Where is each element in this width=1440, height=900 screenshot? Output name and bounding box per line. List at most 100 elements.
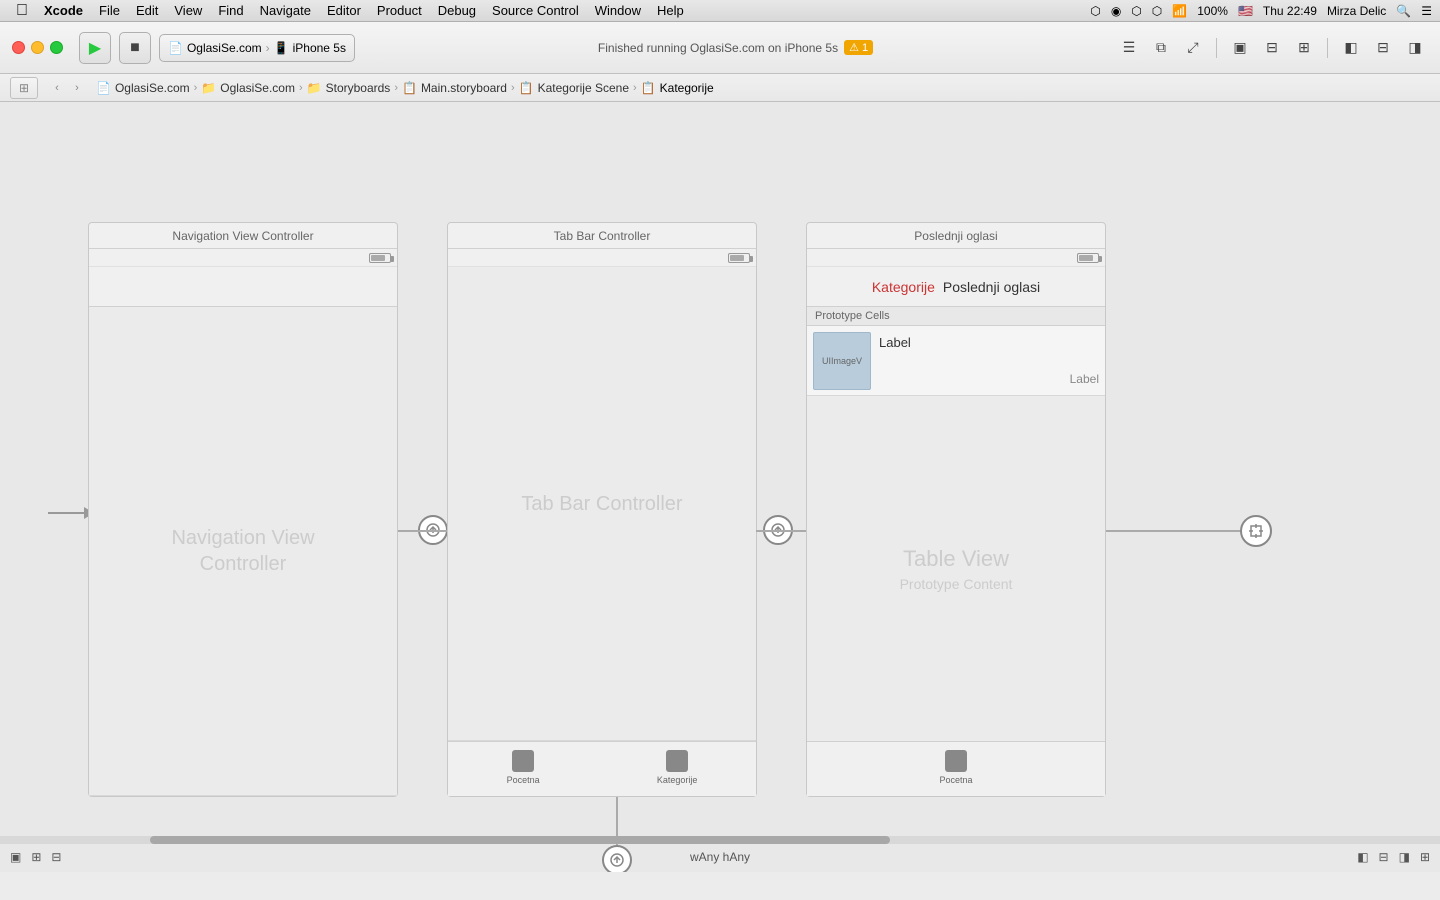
scheme-selector[interactable]: 📄 OglasiSe.com › 📱 iPhone 5s (159, 34, 355, 62)
editor-assistant-btn[interactable]: ⧉ (1148, 35, 1174, 61)
search-icon[interactable]: 🔍 (1396, 4, 1411, 18)
scrollbar-thumb[interactable] (150, 836, 890, 844)
breadcrumb-forward[interactable]: › (68, 79, 86, 97)
folder-icon-1: 📁 (307, 81, 322, 95)
minimize-button[interactable] (31, 41, 44, 54)
utilities-btn[interactable]: ◨ (1402, 35, 1428, 61)
menu-window[interactable]: Window (595, 3, 641, 18)
menu-help[interactable]: Help (657, 3, 684, 18)
run-status: Finished running OglasiSe.com on iPhone … (363, 40, 1108, 55)
breadcrumb-item-1[interactable]: 📁 OglasiSe.com (201, 81, 295, 95)
split-view-btn[interactable]: ⊟ (1259, 35, 1285, 61)
menu-product[interactable]: Product (377, 3, 422, 18)
scheme-device: iPhone 5s (293, 41, 346, 55)
breadcrumb-label-5: Kategorije (660, 81, 714, 95)
bottom-right-icon-3[interactable]: ◨ (1399, 850, 1410, 864)
navigator-btn[interactable]: ◧ (1338, 35, 1364, 61)
cell-image-label: UIImageV (822, 356, 862, 366)
warning-count: 1 (862, 42, 868, 54)
scene-icon: 📋 (519, 81, 534, 95)
breadcrumb-label-4: Kategorije Scene (538, 81, 629, 95)
breadcrumb-item-3[interactable]: 📋 Main.storyboard (402, 81, 507, 95)
vertical-segue (602, 797, 632, 872)
tab-item-pocetna[interactable]: Pocetna (507, 750, 540, 785)
tab-icon-pocetna (512, 750, 534, 772)
tab-bar-controller[interactable]: Tab Bar Controller Tab Bar Controller Po… (447, 222, 757, 797)
breadcrumb-item-0[interactable]: 📄 OglasiSe.com (96, 81, 190, 95)
scheme-sep: › (266, 41, 270, 55)
stop-button[interactable]: ■ (119, 32, 151, 64)
editor-version-btn[interactable]: ⤢ (1180, 35, 1206, 61)
bottom-right-icon-1[interactable]: ◧ (1357, 850, 1368, 864)
breadcrumb-sep-3: › (511, 82, 515, 94)
toolbar-right-icons: ☰ ⧉ ⤢ ▣ ⊟ ⊞ ◧ ⊟ ◨ (1116, 35, 1428, 61)
battery-label: 100% (1197, 4, 1228, 18)
menu-debug[interactable]: Debug (438, 3, 476, 18)
nav-content: Navigation ViewController (89, 307, 397, 796)
breadcrumb-sep-0: › (194, 82, 198, 94)
close-button[interactable] (12, 41, 25, 54)
project-icon: 📄 (168, 41, 183, 55)
bottom-right-icon-4[interactable]: ⊞ (1420, 850, 1430, 864)
breadcrumb-item-5[interactable]: 📋 Kategorije (641, 81, 714, 95)
battery-icon-tab (728, 253, 750, 263)
time-label: Thu 22:49 (1263, 4, 1317, 18)
table-view-label: Table View (903, 546, 1009, 572)
exit-line (1106, 530, 1251, 532)
user-label: Mirza Delic (1327, 4, 1386, 18)
table-nav-bar: Kategorije Poslednji oglasi (807, 267, 1105, 307)
menu-source-control[interactable]: Source Control (492, 3, 579, 18)
editor-standard-btn[interactable]: ☰ (1116, 35, 1142, 61)
tab-placeholder-text: Tab Bar Controller (521, 491, 682, 517)
tab-label-kategorije: Kategorije (657, 775, 698, 785)
tab-icon-pocetna-table (945, 750, 967, 772)
breadcrumb: ⊞ ‹ › 📄 OglasiSe.com › 📁 OglasiSe.com › … (0, 74, 1440, 102)
toggle-navigator[interactable]: ⊞ (10, 77, 38, 99)
bottom-right-icon-2[interactable]: ⊟ (1379, 850, 1389, 864)
maximize-button[interactable] (50, 41, 63, 54)
nav-header-bar (89, 267, 397, 307)
debug-btn[interactable]: ⊟ (1370, 35, 1396, 61)
breadcrumb-label-2: Storyboards (326, 81, 391, 95)
bottom-fit-icon[interactable]: ⊞ (31, 850, 41, 864)
single-view-btn[interactable]: ▣ (1227, 35, 1253, 61)
nav-status-bar (89, 249, 397, 267)
warning-icon: ⚠ (849, 41, 859, 54)
split-view-v-btn[interactable]: ⊞ (1291, 35, 1317, 61)
horizontal-scrollbar[interactable] (0, 836, 1440, 844)
list-icon[interactable]: ☰ (1421, 4, 1432, 18)
table-view-controller[interactable]: Poslednji oglasi Kategorije Poslednji og… (806, 222, 1106, 797)
segue-vertical-circle[interactable] (602, 845, 632, 872)
menu-view[interactable]: View (174, 3, 202, 18)
run-button[interactable]: ▶ (79, 32, 111, 64)
menu-edit[interactable]: Edit (136, 3, 158, 18)
wifi-icon: 📶 (1172, 4, 1187, 18)
tab-item-kategorije[interactable]: Kategorije (657, 750, 698, 785)
menubar:  Xcode File Edit View Find Navigate Edi… (0, 0, 1440, 22)
menu-xcode[interactable]: Xcode (44, 3, 83, 18)
tab-label-pocetna: Pocetna (507, 775, 540, 785)
menu-file[interactable]: File (99, 3, 120, 18)
breadcrumb-label-1: OglasiSe.com (220, 81, 295, 95)
bottom-toggle-icon[interactable]: ▣ (10, 850, 21, 864)
run-status-text: Finished running OglasiSe.com on iPhone … (598, 41, 838, 55)
tab-item-pocetna-table[interactable]: Pocetna (939, 750, 972, 785)
breadcrumb-back[interactable]: ‹ (48, 79, 66, 97)
cell-labels: Label Label (879, 335, 1099, 386)
breadcrumb-sep-2: › (394, 82, 398, 94)
breadcrumb-item-4[interactable]: 📋 Kategorije Scene (519, 81, 629, 95)
menu-find[interactable]: Find (218, 3, 243, 18)
table-bottom-bar: Pocetna (807, 741, 1105, 796)
apple-menu[interactable]:  (16, 2, 28, 20)
bottom-zoom-icon[interactable]: ⊟ (51, 850, 61, 864)
scheme-project: OglasiSe.com (187, 41, 262, 55)
menu-editor[interactable]: Editor (327, 3, 361, 18)
warning-badge[interactable]: ⚠ 1 (844, 40, 873, 55)
breadcrumb-item-2[interactable]: 📁 Storyboards (307, 81, 391, 95)
cell-label-bottom: Label (879, 372, 1099, 386)
menu-navigate[interactable]: Navigate (260, 3, 311, 18)
cell-image: UIImageV (813, 332, 871, 390)
canvas-area[interactable]: Navigation View Controller Navigation Vi… (0, 102, 1440, 872)
exit-symbol[interactable] (1240, 515, 1272, 547)
nav-view-controller[interactable]: Navigation View Controller Navigation Vi… (88, 222, 398, 797)
